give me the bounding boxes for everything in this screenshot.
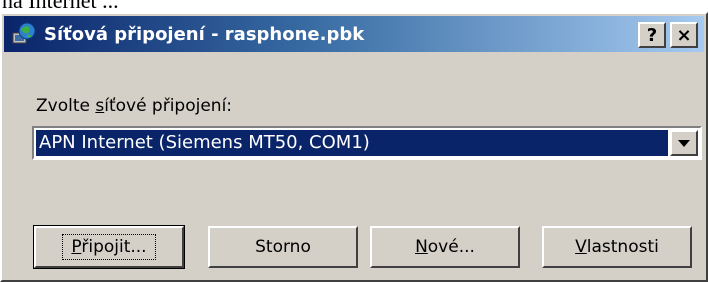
- properties-button-label: Vlastnosti: [575, 237, 659, 257]
- dropdown-arrow-button[interactable]: [670, 130, 698, 156]
- new-button-label: Nové...: [415, 237, 475, 257]
- window-title: Síťová připojení - rasphone.pbk: [44, 23, 365, 45]
- dialog-window: Síťová připojení - rasphone.pbk ? × Zvol…: [0, 12, 708, 282]
- connect-button[interactable]: Připojit...: [33, 225, 185, 269]
- connection-selected-value[interactable]: APN Internet (Siemens MT50, COM1): [36, 130, 668, 156]
- help-button[interactable]: ?: [638, 22, 666, 48]
- cancel-button[interactable]: Storno: [208, 226, 358, 268]
- close-button[interactable]: ×: [670, 22, 698, 48]
- connect-button-label: Připojit...: [62, 234, 156, 260]
- network-globe-icon: [10, 20, 38, 48]
- connection-dropdown[interactable]: APN Internet (Siemens MT50, COM1): [32, 126, 702, 160]
- new-button[interactable]: Nové...: [370, 226, 520, 268]
- chevron-down-icon: [678, 139, 690, 147]
- title-bar[interactable]: Síťová připojení - rasphone.pbk ? ×: [4, 16, 704, 52]
- connection-label: Zvolte síťové připojení:: [36, 96, 233, 116]
- properties-button[interactable]: Vlastnosti: [542, 226, 692, 268]
